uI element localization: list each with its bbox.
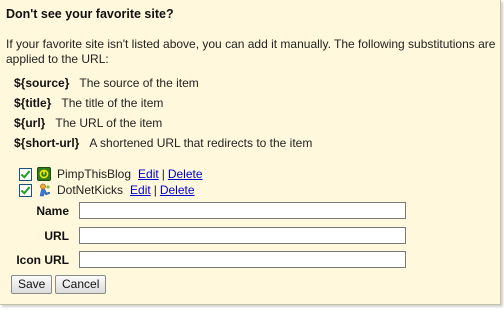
substitution-description: The URL of the item — [55, 116, 163, 130]
substitution-description: The source of the item — [79, 76, 199, 90]
add-site-panel: Don't see your favorite site? If your fa… — [0, 0, 501, 305]
substitution-key: ${short-url} — [14, 136, 80, 150]
substitution-key: ${title} — [14, 96, 52, 110]
link-separator: | — [161, 167, 165, 181]
site-enabled-checkbox[interactable] — [19, 167, 32, 181]
pimpthisblog-icon — [37, 167, 51, 181]
site-row-pimpthisblog: PimpThisBlog Edit | Delete — [19, 166, 203, 182]
substitution-key: ${source} — [14, 76, 70, 90]
panel-heading: Don't see your favorite site? — [6, 7, 174, 21]
edit-site-link[interactable]: Edit — [138, 167, 159, 181]
site-row-dotnetkicks: DotNetKicks Edit | Delete — [19, 182, 203, 198]
save-button[interactable]: Save — [11, 275, 53, 294]
panel-description: If your favorite site isn't listed above… — [6, 37, 496, 66]
site-name: PimpThisBlog — [57, 167, 132, 181]
delete-site-link[interactable]: Delete — [160, 183, 195, 197]
dotnetkicks-icon — [37, 183, 51, 197]
substitution-description: A shortened URL that redirects to the it… — [89, 136, 313, 150]
custom-sites-list: PimpThisBlog Edit | Delete DotNetKicks E… — [19, 166, 203, 198]
link-separator: | — [153, 183, 157, 197]
site-name: DotNetKicks — [57, 183, 124, 197]
substitutions-list: ${source} The source of the item ${title}… — [14, 77, 312, 157]
substitution-row: ${short-url} A shortened URL that redirec… — [14, 137, 312, 157]
name-field[interactable] — [79, 202, 406, 219]
icon-url-form-row: Icon URL — [0, 251, 500, 271]
substitution-row: ${source} The source of the item — [14, 77, 312, 97]
substitution-row: ${url} The URL of the item — [14, 117, 312, 137]
site-enabled-checkbox[interactable] — [19, 183, 32, 197]
icon-url-label: Icon URL — [16, 253, 69, 267]
url-field[interactable] — [79, 227, 406, 244]
icon-url-field[interactable] — [79, 251, 406, 268]
name-form-row: Name — [0, 202, 500, 222]
substitution-description: The title of the item — [61, 96, 164, 110]
edit-site-link[interactable]: Edit — [130, 183, 151, 197]
url-label: URL — [44, 229, 69, 243]
name-label: Name — [36, 204, 69, 218]
url-form-row: URL — [0, 227, 500, 247]
delete-site-link[interactable]: Delete — [168, 167, 203, 181]
substitution-row: ${title} The title of the item — [14, 97, 312, 117]
cancel-button[interactable]: Cancel — [55, 275, 107, 294]
substitution-key: ${url} — [14, 116, 46, 130]
